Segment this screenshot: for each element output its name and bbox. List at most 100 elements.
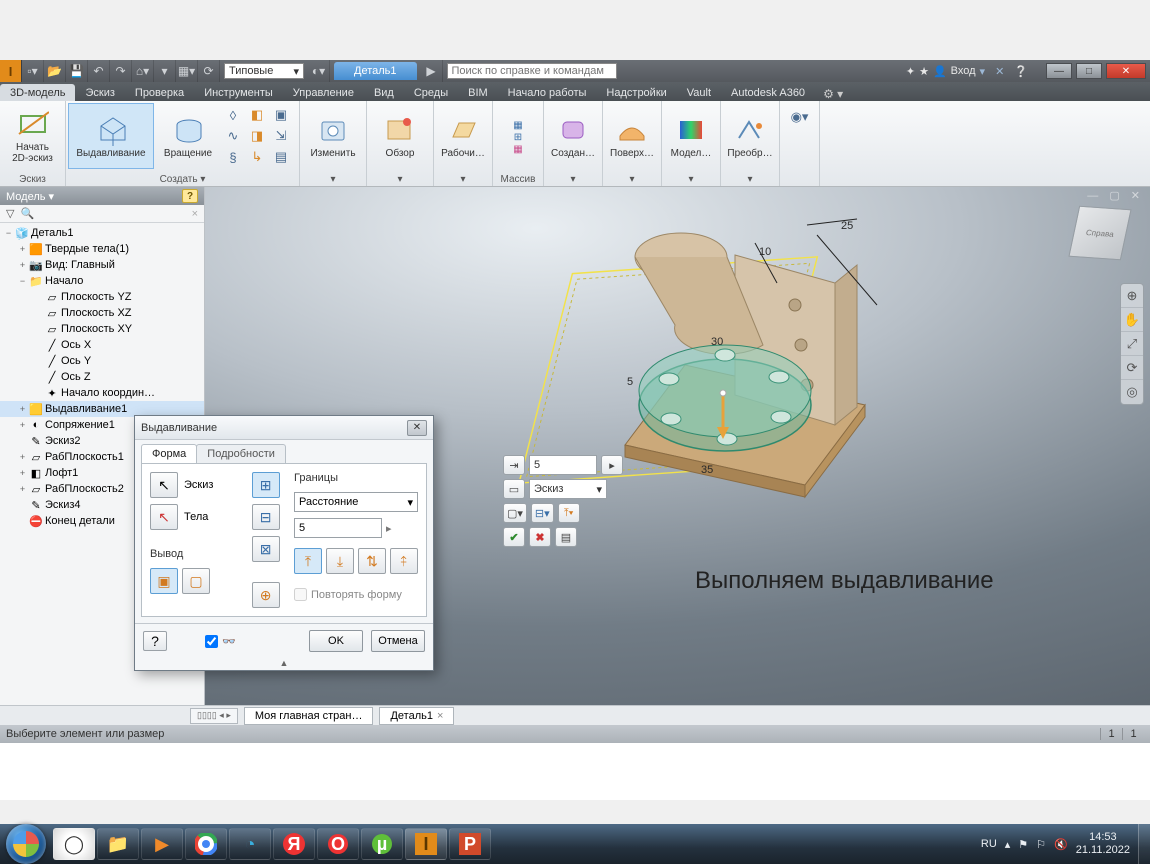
nav-lookat-icon[interactable]: ◎ [1121, 380, 1143, 404]
start-button[interactable] [6, 824, 46, 864]
op-cut-button[interactable]: ⊟ [252, 504, 280, 530]
taskbar-yandex-icon[interactable]: ◯ [53, 828, 95, 860]
tab-3d-model[interactable]: 3D-модель [0, 84, 75, 101]
tree-row[interactable]: ▱Плоскость YZ [0, 289, 204, 305]
panel-close-icon[interactable]: × [192, 208, 198, 220]
tab-getstarted[interactable]: Начало работы [498, 84, 597, 101]
tab-tools[interactable]: Инструменты [194, 84, 283, 101]
taskbar-explorer-icon[interactable]: 📁 [97, 828, 139, 860]
mini-operation-icon[interactable]: ⊟▾ [531, 503, 554, 523]
close-button[interactable]: ✕ [1106, 63, 1146, 79]
surface-panel-button[interactable]: Поверх… [605, 103, 659, 169]
solids-picker-button[interactable]: ↖ [150, 504, 178, 530]
doc-tab-part[interactable]: Деталь1× [379, 707, 454, 725]
output-solid-button[interactable]: ▣ [150, 568, 178, 594]
dialog-help-button[interactable]: ? [143, 631, 167, 651]
tree-row[interactable]: +📷Вид: Главный [0, 257, 204, 273]
tree-row[interactable]: ▱Плоскость XY [0, 321, 204, 337]
output-surface-button[interactable]: ▢ [182, 568, 210, 594]
tab-environments[interactable]: Среды [404, 84, 458, 101]
loft-icon[interactable]: ◊ [222, 105, 244, 125]
help-search-input[interactable] [447, 63, 617, 79]
mini-distance-icon[interactable]: ⇥ [503, 455, 525, 475]
sweep-icon[interactable]: ∿ [222, 126, 244, 146]
qat-undo-icon[interactable]: ↶ [88, 60, 110, 82]
extents-type-combo[interactable]: Расстояние▾ [294, 492, 418, 512]
convert-panel-button[interactable]: Преобр… [723, 103, 777, 169]
star-icon[interactable]: ✦ [906, 65, 915, 78]
tab-inspect[interactable]: Проверка [125, 84, 194, 101]
taskbar-inventor-icon[interactable]: I [405, 828, 447, 860]
nav-orbit-icon[interactable]: ⟳ [1121, 356, 1143, 380]
op-join-button[interactable]: ⊞ [252, 472, 280, 498]
tab-addins[interactable]: Надстройки [596, 84, 676, 101]
qat-open-icon[interactable]: 📂 [44, 60, 66, 82]
dialog-tab-more[interactable]: Подробности [196, 444, 286, 463]
maximize-button[interactable]: □ [1076, 63, 1102, 79]
help-icon[interactable]: ❔ [1014, 65, 1028, 78]
show-desktop-button[interactable] [1138, 824, 1150, 864]
direction-symmetric-button[interactable]: ⇅ [358, 548, 386, 574]
ribbon-overflow-icon[interactable]: ◉▾ [789, 107, 811, 127]
profile-picker-button[interactable]: ↖ [150, 472, 178, 498]
import-icon[interactable]: ⇲ [270, 126, 292, 146]
filter-icon[interactable]: ▽ [6, 207, 14, 220]
tray-chevron-icon[interactable]: ▴ [1005, 838, 1011, 851]
qat-update-icon[interactable]: ⟳ [198, 60, 220, 82]
tree-row[interactable]: +🟧Твердые тела(1) [0, 241, 204, 257]
tree-row[interactable]: ▱Плоскость XZ [0, 305, 204, 321]
modify-panel-button[interactable]: Изменить [302, 103, 364, 169]
view-cube[interactable]: Справа [1068, 206, 1131, 261]
start-2d-sketch-button[interactable]: Начать 2D-эскиз [2, 103, 63, 169]
tree-row[interactable]: ╱Ось Z [0, 369, 204, 385]
extents-distance-input[interactable]: 5 [294, 518, 382, 538]
op-newsolid-button[interactable]: ⊕ [252, 582, 280, 608]
tab-view[interactable]: Вид [364, 84, 404, 101]
qat-home-icon[interactable]: ⌂▾ [132, 60, 154, 82]
taskbar-powerpoint-icon[interactable]: P [449, 828, 491, 860]
tree-row[interactable]: ╱Ось X [0, 337, 204, 353]
model-panel-title[interactable]: Модель ▾ [6, 190, 54, 203]
extrude-button[interactable]: Выдавливание [68, 103, 154, 169]
nav-steering-icon[interactable]: ⊕ [1121, 284, 1143, 308]
dialog-cancel-button[interactable]: Отмена [371, 630, 425, 652]
emboss-icon[interactable]: ◨ [246, 126, 268, 146]
minimize-button[interactable]: — [1046, 63, 1072, 79]
freeform-panel-button[interactable]: Создан… [546, 103, 600, 169]
tab-vault[interactable]: Vault [677, 84, 721, 101]
mini-profile-icon[interactable]: ▭ [503, 479, 525, 499]
search-go-icon[interactable]: ▶ [421, 60, 443, 82]
mini-cancel-button[interactable]: ✖ [529, 527, 551, 547]
direction-flip-button[interactable]: ⤓ [326, 548, 354, 574]
mini-distance-input[interactable] [529, 455, 597, 475]
dialog-tab-shape[interactable]: Форма [141, 444, 197, 463]
taskbar-chrome-icon[interactable] [185, 828, 227, 860]
qat-appearance-icon[interactable]: ◐▾ [308, 60, 330, 82]
revolve-button[interactable]: Вращение [156, 103, 220, 169]
mini-expand-icon[interactable]: ▤ [555, 527, 577, 547]
op-intersect-button[interactable]: ⊠ [252, 536, 280, 562]
nav-pan-icon[interactable]: ✋ [1121, 308, 1143, 332]
inspect-panel-button[interactable]: Обзор [369, 103, 431, 169]
tree-row[interactable]: ╱Ось Y [0, 353, 204, 369]
style-combo[interactable]: Типовые▾ [224, 63, 304, 79]
workfeatures-panel-button[interactable]: Рабочи… [436, 103, 490, 169]
tree-row[interactable]: −📁Начало [0, 273, 204, 289]
tray-clock[interactable]: 14:5321.11.2022 [1076, 831, 1130, 857]
nav-zoom-icon[interactable]: ⤢ [1121, 332, 1143, 356]
tray-language[interactable]: RU [981, 838, 997, 850]
qat-material-icon[interactable]: ▦▾ [176, 60, 198, 82]
model-panel-help-icon[interactable]: ? [182, 189, 198, 203]
tray-action-icon[interactable]: ⚐ [1036, 838, 1046, 851]
dialog-close-button[interactable]: ✕ [407, 420, 427, 436]
tab-bim[interactable]: BIM [458, 84, 498, 101]
viewstrip-icons[interactable]: ▯▯▯▯ ◂ ▸ [190, 708, 238, 724]
rib-icon[interactable]: ◧ [246, 105, 268, 125]
coil-icon[interactable]: § [222, 147, 244, 167]
qat-new-icon[interactable]: ▫▾ [22, 60, 44, 82]
mini-direction-icon[interactable]: ⤒▾ [558, 503, 580, 523]
direction-default-button[interactable]: ⤒ [294, 548, 322, 574]
tray-network-icon[interactable]: ⚑ [1018, 838, 1028, 851]
tree-root[interactable]: −🧊Деталь1 [0, 225, 204, 241]
tab-sketch[interactable]: Эскиз [75, 84, 124, 101]
